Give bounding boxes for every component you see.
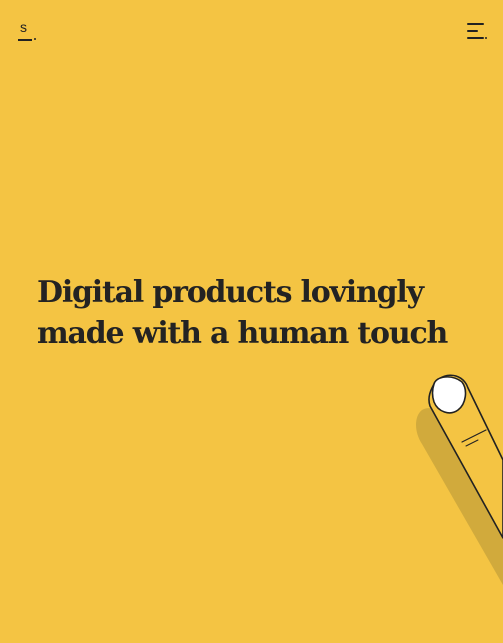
menu-dot xyxy=(485,37,487,39)
menu-line-top xyxy=(467,23,484,25)
headline-line-2: made with a human touch xyxy=(37,316,448,351)
fingernail xyxy=(431,376,467,414)
headline-line-1: Digital products lovingly xyxy=(37,275,424,310)
pointing-finger-illustration xyxy=(416,374,503,585)
menu-line-bottom xyxy=(467,37,484,39)
logo-letter: s xyxy=(20,19,27,35)
hero-headline: Digital products lovingly made with a hu… xyxy=(37,272,457,354)
site-logo[interactable]: s xyxy=(16,18,40,44)
page: s Digital products lovingly made with a … xyxy=(0,0,503,643)
logo-dot xyxy=(34,38,36,40)
menu-line-middle xyxy=(467,30,478,32)
logo-underline xyxy=(18,39,32,41)
hamburger-menu-icon[interactable] xyxy=(465,21,487,41)
